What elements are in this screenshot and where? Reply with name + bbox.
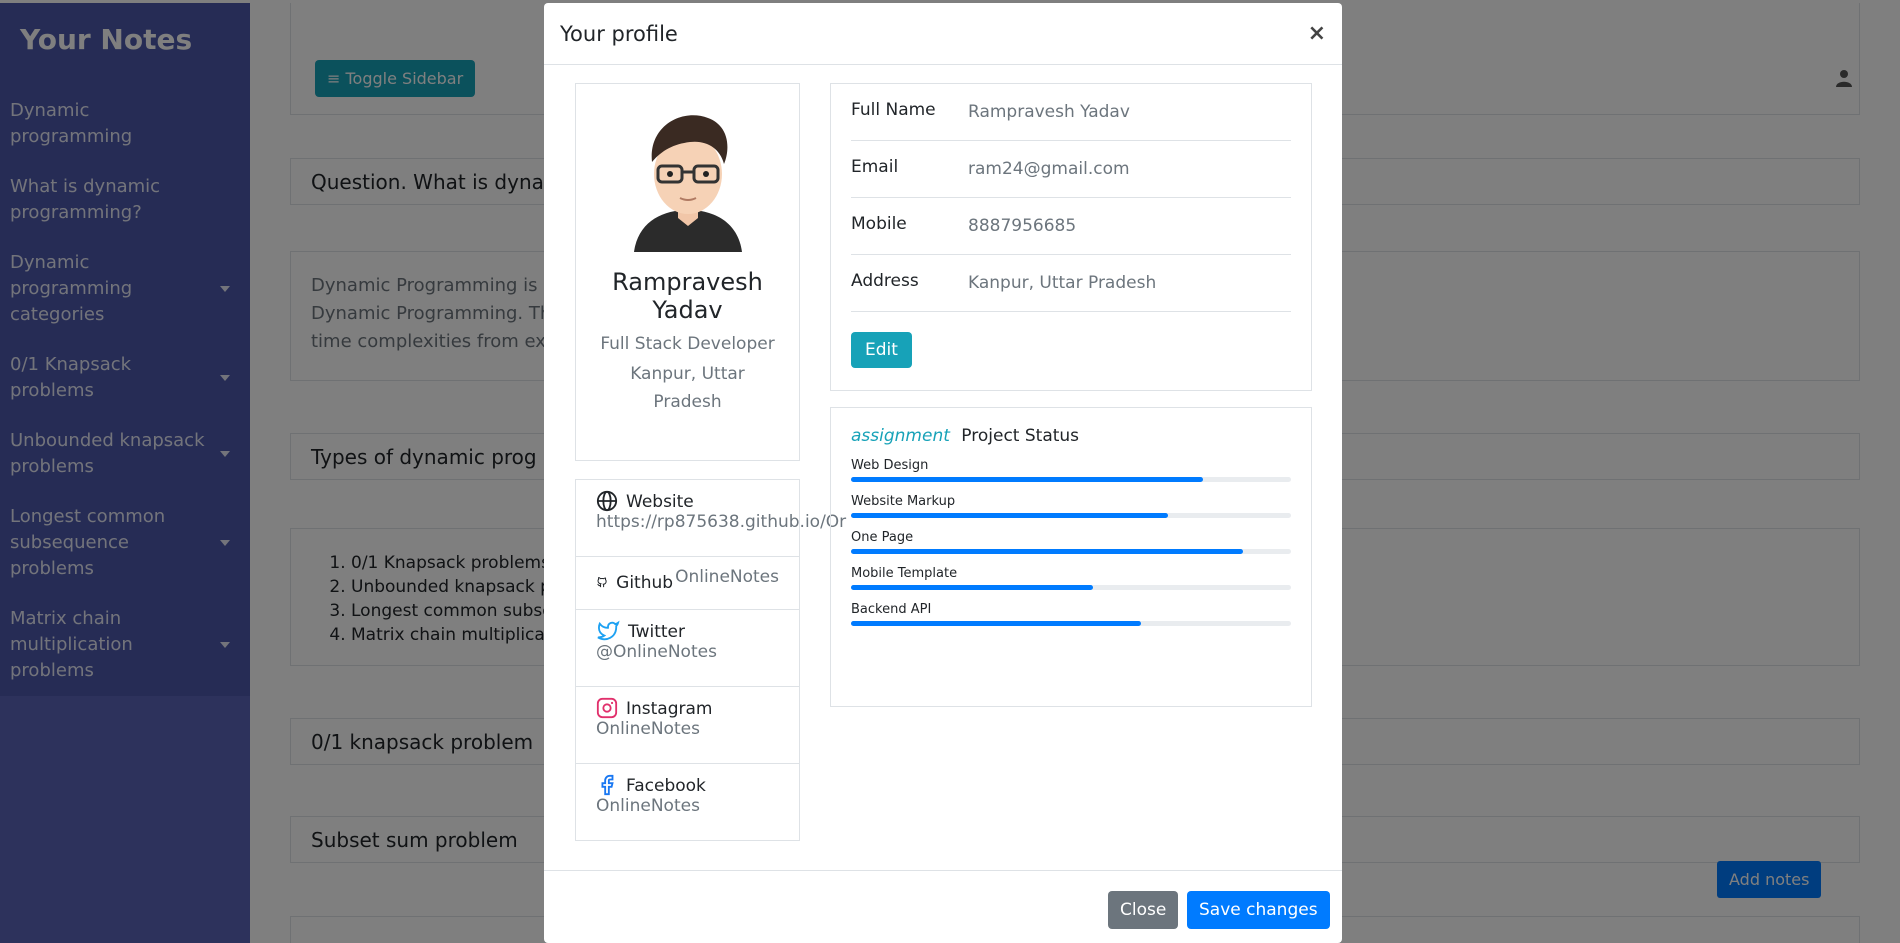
progress-fill <box>851 513 1168 518</box>
social-title: Facebook <box>626 776 706 796</box>
social-title: Twitter <box>628 622 685 642</box>
progress-fill <box>851 477 1203 482</box>
info-value: Kanpur, Uttar Pradesh <box>968 273 1157 293</box>
progress-item: Mobile Template <box>851 566 1291 590</box>
close-button[interactable]: Close <box>1108 891 1179 929</box>
progress-label: Website Markup <box>851 494 956 509</box>
save-changes-button[interactable]: Save changes <box>1187 891 1330 929</box>
twitter-icon <box>597 620 620 641</box>
progress-label: Mobile Template <box>851 566 958 581</box>
progress-fill <box>851 585 1093 590</box>
social-value: OnlineNotes <box>675 567 779 587</box>
social-item-twitter[interactable]: Twitter @OnlineNotes <box>576 610 799 687</box>
edit-button[interactable]: Edit <box>851 332 912 368</box>
modal-footer: Close Save changes <box>544 870 1342 943</box>
profile-modal: Your profile × Rampravesh Yadav Full Sta… <box>544 3 1342 943</box>
social-value: https://rp875638.github.io/Or <box>596 512 847 532</box>
info-label: Mobile <box>851 214 907 234</box>
social-value: OnlineNotes <box>596 796 700 816</box>
profile-location: Kanpur, Uttar Pradesh <box>630 364 745 412</box>
progress-item: One Page <box>851 530 1291 554</box>
profile-name: Rampravesh Yadav <box>612 268 763 324</box>
github-icon <box>597 576 607 588</box>
info-row-address: Address Kanpur, Uttar Pradesh <box>851 255 1291 312</box>
profile-info-card: Full Name Rampravesh Yadav Email ram24@g… <box>830 83 1312 391</box>
project-status-title: Project Status <box>961 426 1080 446</box>
progress-label: Web Design <box>851 458 929 473</box>
progress-label: One Page <box>851 530 914 545</box>
progress-track <box>851 585 1291 590</box>
social-item-facebook[interactable]: Facebook OnlineNotes <box>576 764 799 840</box>
info-label: Full Name <box>851 100 936 120</box>
avatar <box>611 102 764 254</box>
progress-label: Backend API <box>851 602 932 617</box>
info-row-full-name: Full Name Rampravesh Yadav <box>851 84 1291 141</box>
info-row-email: Email ram24@gmail.com <box>851 141 1291 198</box>
progress-track <box>851 477 1291 482</box>
profile-card: Rampravesh Yadav Full Stack Developer Ka… <box>575 83 800 461</box>
info-label: Email <box>851 157 899 177</box>
instagram-icon <box>596 697 618 719</box>
profile-role: Full Stack Developer <box>600 334 775 354</box>
social-title: Website <box>626 492 694 512</box>
close-icon[interactable]: × <box>1308 21 1326 46</box>
modal-header: Your profile × <box>544 3 1342 65</box>
progress-fill <box>851 621 1142 626</box>
info-value: ram24@gmail.com <box>968 159 1130 179</box>
modal-title: Your profile <box>560 21 678 46</box>
project-status-header: assignment Project Status <box>851 426 1291 446</box>
project-status-card: assignment Project Status Web Design Web… <box>830 407 1312 707</box>
assignment-icon: assignment <box>851 426 950 446</box>
progress-track <box>851 621 1291 626</box>
progress-item: Web Design <box>851 458 1291 482</box>
progress-item: Website Markup <box>851 494 1291 518</box>
social-value: OnlineNotes <box>596 719 700 739</box>
progress-fill <box>851 549 1243 554</box>
social-value: @OnlineNotes <box>596 642 717 662</box>
social-item-website[interactable]: Website https://rp875638.github.io/Or <box>576 480 847 557</box>
info-value: 8887956685 <box>968 216 1077 236</box>
info-label: Address <box>851 271 919 291</box>
social-card: Website https://rp875638.github.io/Or Gi… <box>575 479 847 841</box>
info-value: Rampravesh Yadav <box>968 102 1130 122</box>
social-item-instagram[interactable]: Instagram OnlineNotes <box>576 687 799 764</box>
social-item-github[interactable]: Github OnlineNotes <box>576 557 799 610</box>
progress-track <box>851 549 1291 554</box>
facebook-icon <box>601 774 614 796</box>
social-title: Github <box>616 573 674 593</box>
social-title: Instagram <box>626 699 713 719</box>
info-row-mobile: Mobile 8887956685 <box>851 198 1291 255</box>
progress-item: Backend API <box>851 602 1291 626</box>
progress-track <box>851 513 1291 518</box>
globe-icon <box>596 490 618 512</box>
